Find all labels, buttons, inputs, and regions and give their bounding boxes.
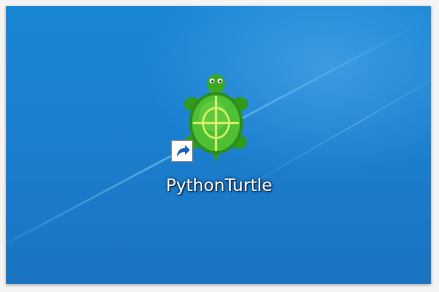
desktop-icon-label[interactable]: PythonTurtle [124,176,314,196]
desktop-shortcut-pythonturtle[interactable]: PythonTurtle [124,68,314,208]
screenshot-frame: PythonTurtle [0,0,439,292]
desktop[interactable]: PythonTurtle [6,6,431,284]
shortcut-arrow-icon [171,140,193,162]
